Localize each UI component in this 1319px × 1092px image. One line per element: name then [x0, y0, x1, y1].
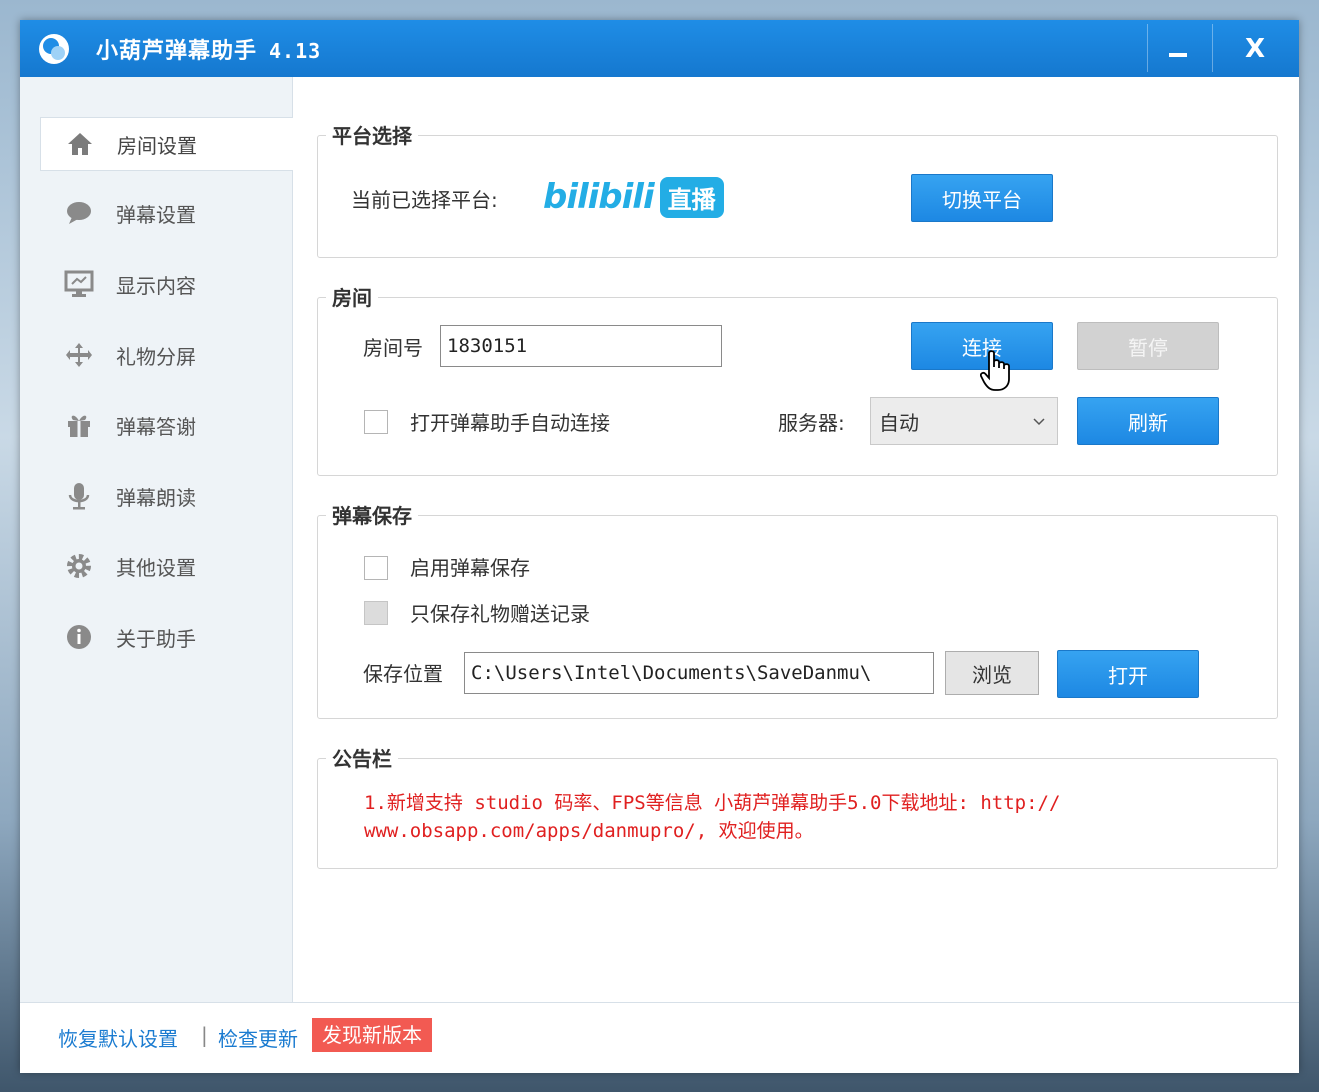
enable-save-checkbox[interactable]: [364, 556, 388, 580]
switch-platform-button[interactable]: 切换平台: [911, 174, 1053, 222]
enable-save-label: 启用弹幕保存: [410, 556, 530, 580]
home-icon: [65, 129, 95, 159]
sidebar-item-label: 弹幕设置: [116, 202, 196, 227]
platform-group-title: 平台选择: [326, 120, 418, 149]
live-badge-text: 直播: [667, 185, 716, 214]
pause-button[interactable]: 暂停: [1077, 322, 1219, 370]
microphone-icon: [64, 481, 94, 511]
sidebar-item-label: 显示内容: [116, 273, 196, 298]
room-number-label: 房间号: [363, 336, 423, 360]
room-group: 房间 房间号 连接 暂停 打开弹幕助手自动连接 服务器: 自动 刷新: [317, 282, 1278, 476]
sidebar-item-label: 其他设置: [116, 555, 196, 580]
gear-icon: [64, 551, 94, 581]
server-select[interactable]: 自动: [870, 397, 1058, 445]
title-bar[interactable]: 小葫芦弹幕助手 4.13 X: [20, 20, 1299, 77]
danmu-save-group: 弹幕保存 启用弹幕保存 只保存礼物赠送记录 保存位置 浏览 打开: [317, 500, 1278, 719]
refresh-button[interactable]: 刷新: [1077, 397, 1219, 445]
sidebar-item-label: 弹幕答谢: [116, 414, 196, 439]
app-version: 4.13: [269, 39, 322, 63]
gift-icon: [64, 410, 94, 440]
room-number-input[interactable]: [440, 325, 722, 367]
app-logo-icon: [39, 34, 69, 64]
info-icon: [64, 622, 94, 652]
close-button[interactable]: X: [1224, 20, 1286, 77]
monitor-icon: [64, 269, 94, 299]
danmu-save-group-title: 弹幕保存: [326, 500, 418, 529]
minimize-button[interactable]: [1147, 20, 1209, 77]
minimize-icon: [1169, 52, 1187, 57]
sidebar-item-label: 关于助手: [116, 626, 196, 651]
sidebar-item-danmu-thanks[interactable]: 弹幕答谢: [40, 399, 292, 451]
sidebar-item-other-settings[interactable]: 其他设置: [40, 540, 292, 592]
check-update-link[interactable]: 检查更新: [218, 1023, 298, 1052]
bilibili-live-logo: bilibili 直播: [543, 172, 724, 222]
new-version-badge[interactable]: 发现新版本: [312, 1018, 432, 1052]
sidebar-item-gift-split[interactable]: 礼物分屏: [40, 329, 292, 381]
platform-group: 平台选择 当前已选择平台: bilibili 直播 切换平台: [317, 120, 1278, 258]
gift-only-label: 只保存礼物赠送记录: [410, 602, 590, 626]
open-folder-button[interactable]: 打开: [1057, 650, 1199, 698]
chat-bubble-icon: [64, 198, 94, 228]
sidebar-item-danmu-reading[interactable]: 弹幕朗读: [40, 470, 292, 522]
sidebar-item-about[interactable]: 关于助手: [40, 611, 292, 663]
notice-line: 1.新增支持 studio 码率、FPS等信息 小葫芦弹幕助手5.0下载地址: …: [364, 792, 1061, 814]
split-arrows-icon: [64, 340, 94, 370]
sidebar-item-label: 弹幕朗读: [116, 485, 196, 510]
notice-board-group: 公告栏 1.新增支持 studio 码率、FPS等信息 小葫芦弹幕助手5.0下载…: [317, 743, 1278, 869]
gift-only-checkbox[interactable]: [364, 601, 388, 625]
sidebar-item-label: 房间设置: [117, 133, 197, 158]
hand-cursor-icon: [980, 350, 1010, 391]
sidebar: 房间设置 弹幕设置 显示内容 礼物分屏 弹幕答谢 弹幕朗读 其他设置 关于助手: [20, 77, 293, 1002]
titlebar-separator: [1212, 24, 1213, 72]
auto-connect-label: 打开弹幕助手自动连接: [410, 411, 610, 435]
notice-board-title: 公告栏: [326, 743, 398, 772]
sidebar-item-label: 礼物分屏: [116, 344, 196, 369]
app-title: 小葫芦弹幕助手 4.13: [96, 33, 321, 65]
room-group-title: 房间: [326, 282, 378, 311]
close-icon: X: [1244, 33, 1266, 64]
save-path-label: 保存位置: [363, 662, 443, 686]
bilibili-logo-text: bilibili: [543, 177, 655, 217]
footer-bar: 恢复默认设置 | 检查更新 发现新版本: [20, 1002, 1299, 1073]
restore-defaults-link[interactable]: 恢复默认设置: [58, 1023, 178, 1052]
server-select-value: 自动: [879, 410, 919, 435]
notice-text: 1.新增支持 studio 码率、FPS等信息 小葫芦弹幕助手5.0下载地址: …: [364, 789, 1184, 845]
save-path-input[interactable]: [464, 652, 934, 694]
sidebar-item-display-content[interactable]: 显示内容: [40, 258, 292, 310]
chevron-down-icon: [1033, 418, 1045, 426]
sidebar-item-danmu-settings[interactable]: 弹幕设置: [40, 187, 292, 239]
server-label: 服务器:: [778, 411, 845, 435]
app-name: 小葫芦弹幕助手: [96, 39, 258, 64]
app-window: 小葫芦弹幕助手 4.13 X 房间设置 弹幕设置 显示内容 礼物分屏 弹幕答谢 …: [20, 20, 1299, 1073]
live-badge: 直播: [659, 176, 724, 218]
current-platform-label: 当前已选择平台:: [351, 188, 498, 212]
notice-line: www.obsapp.com/apps/danmupro/, 欢迎使用。: [364, 820, 814, 842]
footer-separator: |: [201, 1023, 208, 1047]
sidebar-item-room-settings[interactable]: 房间设置: [40, 117, 293, 171]
browse-button[interactable]: 浏览: [945, 651, 1039, 695]
auto-connect-checkbox[interactable]: [364, 410, 388, 434]
